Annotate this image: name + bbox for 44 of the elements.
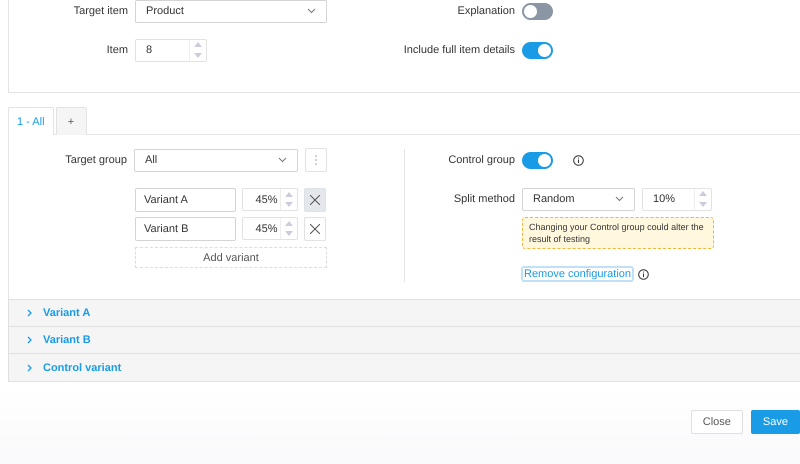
chevron-down-icon (615, 196, 624, 202)
field-label: Target item (72, 5, 128, 17)
chevron-right-icon (27, 336, 32, 344)
tab[interactable]: + (56, 107, 87, 135)
spin-up-icon[interactable] (699, 191, 707, 196)
spin-down-icon[interactable] (194, 52, 202, 58)
toggle-label: Explanation (456, 5, 515, 17)
remove-variant-button[interactable] (304, 217, 326, 241)
split-method-select[interactable]: Random (522, 188, 635, 210)
toggle-label: Include full item details (402, 44, 515, 56)
split-percent-field[interactable]: 10% (642, 188, 712, 210)
chevron-down-icon (278, 157, 287, 163)
chevron-down-icon (307, 8, 316, 14)
variant-percent-field[interactable]: 45% (242, 188, 298, 211)
spin-up-icon[interactable] (285, 192, 293, 197)
close-icon (310, 224, 320, 234)
item-number-field[interactable]: 8 (135, 38, 207, 62)
chevron-right-icon (27, 364, 32, 372)
spin-down-icon[interactable] (285, 202, 293, 208)
close-button[interactable]: Close (690, 410, 743, 434)
spin-down-icon[interactable] (699, 202, 707, 207)
info-icon[interactable] (573, 154, 584, 166)
info-icon[interactable] (638, 268, 650, 280)
variant-name-field[interactable]: Variant B (135, 217, 236, 241)
variant-name-field[interactable]: Variant A (135, 188, 236, 212)
add-variant-button[interactable]: Add variant (135, 247, 327, 268)
toggle-switch[interactable] (522, 2, 553, 20)
field-label: Item (106, 44, 128, 56)
remove-variant-button[interactable] (304, 188, 326, 212)
spin-up-icon[interactable] (285, 220, 293, 226)
toggle-label: Control group (447, 154, 515, 166)
more-button[interactable] (305, 148, 327, 172)
target-group-select[interactable]: All (134, 148, 298, 172)
field-label: Split method (452, 193, 515, 205)
toggle-switch[interactable] (522, 42, 553, 58)
variant-percent-field[interactable]: 45% (242, 217, 298, 240)
spin-up-icon[interactable] (194, 42, 202, 48)
toggle-switch[interactable] (522, 152, 553, 168)
close-icon (310, 195, 320, 205)
field-label: Target group (64, 154, 127, 166)
warning-message: Changing your Control group could alter the result of testing (522, 217, 714, 249)
target-item-select[interactable]: Product (135, 0, 327, 22)
spin-down-icon[interactable] (285, 231, 293, 236)
chevron-right-icon (27, 309, 32, 317)
